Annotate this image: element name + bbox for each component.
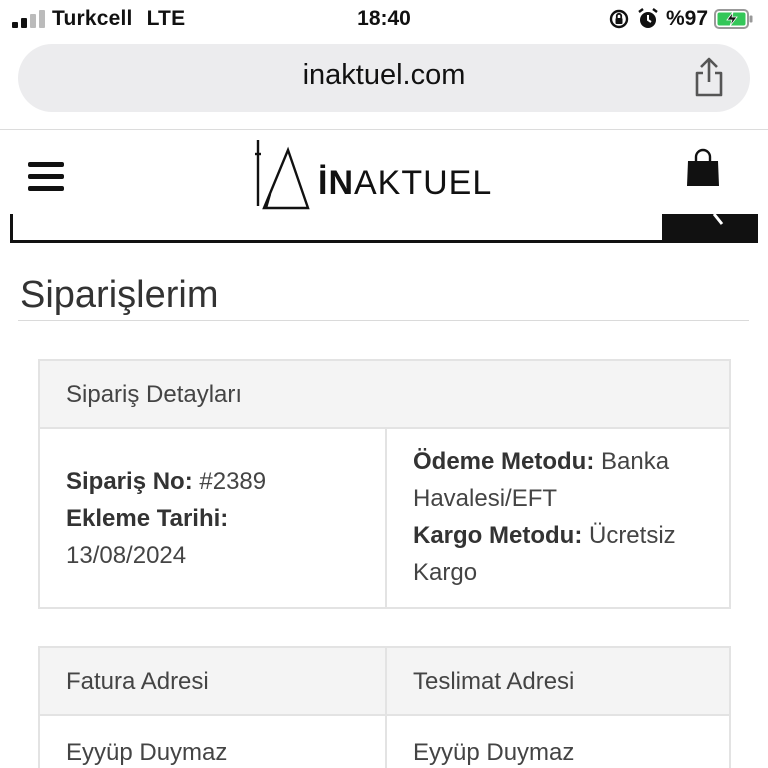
- billing-name: Eyyüp Duymaz: [66, 739, 228, 766]
- address-table: Fatura Adresi Teslimat Adresi Eyyüp Duym…: [38, 646, 731, 768]
- logo-text-bold: İN: [318, 164, 354, 202]
- order-details-row: Sipariş No: #2389 Ekleme Tarihi: 13/08/2…: [40, 429, 729, 607]
- shipping-method-line: Kargo Metodu: Ücretsiz Kargo: [413, 517, 713, 591]
- page-title: Siparişlerim: [20, 274, 219, 316]
- logo-text: İNAKTUEL: [318, 164, 492, 203]
- order-date-value: 13/08/2024: [66, 542, 187, 569]
- payment-method-line: Ödeme Metodu: Banka Havalesi/EFT: [413, 443, 713, 517]
- column-divider: [385, 429, 387, 607]
- hamburger-icon[interactable]: [28, 162, 64, 192]
- title-divider: [18, 320, 749, 321]
- payment-method-label: Ödeme Metodu:: [413, 448, 595, 475]
- shipping-name: Eyyüp Duymaz: [413, 739, 575, 766]
- battery-percent: %97: [665, 7, 708, 30]
- url-text[interactable]: inaktuel.com: [18, 59, 750, 92]
- shipping-method-label: Kargo Metodu:: [413, 522, 583, 549]
- order-date-label: Ekleme Tarihi:: [66, 505, 229, 532]
- column-divider: [385, 648, 387, 714]
- status-right-group: %97: [608, 6, 754, 32]
- address-header-row: Fatura Adresi Teslimat Adresi: [40, 648, 729, 716]
- order-number-line: Sipariş No: #2389: [66, 463, 366, 500]
- battery-charging-icon: [714, 9, 753, 29]
- billing-address-title: Fatura Adresi: [66, 668, 209, 695]
- site-header: İNAKTUEL: [0, 130, 768, 222]
- logo-mark-icon: [255, 140, 310, 210]
- order-number-value: #2389: [199, 468, 267, 495]
- order-number-label: Sipariş No:: [66, 468, 193, 495]
- share-icon[interactable]: [692, 56, 726, 98]
- address-row: Eyyüp Duymaz Eyyüp Duymaz: [40, 716, 729, 768]
- alarm-icon: [638, 8, 658, 28]
- shipping-address-title: Teslimat Adresi: [413, 668, 575, 695]
- search-bar[interactable]: [10, 213, 758, 243]
- logo-text-rest: AKTUEL: [354, 164, 493, 202]
- shopping-bag-icon[interactable]: [686, 148, 720, 188]
- order-date-line: Ekleme Tarihi:: [66, 500, 366, 537]
- order-details-header: Sipariş Detayları: [40, 361, 729, 429]
- order-details-table: Sipariş Detayları Sipariş No: #2389 Ekle…: [38, 359, 731, 609]
- address-bar[interactable]: inaktuel.com: [18, 44, 750, 112]
- payment-shipping-cell: Ödeme Metodu: Banka Havalesi/EFT Kargo M…: [413, 443, 713, 591]
- order-info-cell: Sipariş No: #2389 Ekleme Tarihi: 13/08/2…: [66, 463, 366, 574]
- site-logo[interactable]: İNAKTUEL: [252, 136, 512, 216]
- status-bar: Turkcell LTE 18:40 %97: [0, 0, 768, 40]
- search-button[interactable]: [662, 213, 758, 243]
- order-details-title: Sipariş Detayları: [66, 381, 243, 408]
- search-icon: [712, 213, 724, 225]
- column-divider: [385, 716, 387, 768]
- orientation-lock-icon: [609, 9, 629, 29]
